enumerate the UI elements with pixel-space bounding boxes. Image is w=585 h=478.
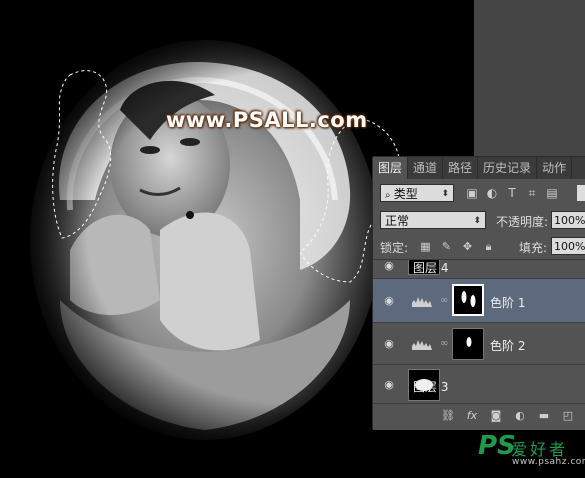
link-icon[interactable]: ⛓ (441, 409, 455, 423)
lock-row: 锁定: ▦ ✎ ✥ 🔒︎ 填充: 100% (373, 235, 585, 259)
footer-icons: ⛓ fx ◙ ◐ ▬ ◰ (441, 409, 575, 423)
opacity-label: 不透明度: (496, 215, 549, 229)
tab-history[interactable]: 历史记录 (478, 157, 538, 179)
fill-label: 填充: (519, 241, 548, 255)
link-chain-icon[interactable]: ∞ (440, 337, 448, 351)
lock-label: 锁定: (380, 241, 409, 255)
adjustment-filter-icon[interactable]: ◐ (485, 186, 499, 200)
layer-row[interactable]: ◉ ∞ 色阶 2 (373, 323, 585, 365)
logo-url-text: www.psahz.com (512, 457, 585, 467)
blend-row: 正常 ⬍ 不透明度: 100% (373, 209, 585, 235)
fill-input[interactable]: 100% (551, 237, 585, 255)
link-chain-icon[interactable]: ∞ (440, 294, 448, 308)
filter-kind-label: 类型 (393, 187, 418, 201)
layer-name: 图层 4 (413, 261, 449, 275)
smart-object-filter-icon[interactable]: ▤ (545, 186, 559, 200)
fx-icon[interactable]: fx (465, 409, 479, 423)
layer-row[interactable]: ◉ 图层 3 (373, 365, 585, 404)
lock-transparent-icon[interactable]: ▦ (419, 240, 432, 253)
blend-mode-label: 正常 (385, 214, 410, 228)
adjustment-icon[interactable]: ◐ (513, 409, 527, 423)
filter-toggle-switch[interactable] (577, 185, 585, 201)
filter-kind-select[interactable]: ⌕ 类型 ⬍ (380, 184, 454, 202)
layer-list: ◉ 图层 4 ◉ ∞ 色阶 1 ◉ ∞ 色阶 2 ◉ 图层 3 (373, 259, 585, 404)
levels-adjustment-icon (411, 337, 433, 351)
levels-adjustment-icon (411, 294, 433, 308)
blend-mode-select[interactable]: 正常 ⬍ (380, 211, 486, 229)
chevron-down-icon: ⬍ (441, 189, 449, 199)
image-filter-icon[interactable]: ▣ (465, 186, 479, 200)
layer-name: 色阶 1 (490, 296, 526, 310)
tab-actions[interactable]: 动作 (537, 157, 573, 179)
eye-icon[interactable]: ◉ (382, 295, 396, 307)
add-mask-icon[interactable]: ◙ (489, 409, 503, 423)
lock-brush-icon[interactable]: ✎ (440, 240, 453, 253)
layer-mask-thumbnail[interactable] (452, 328, 484, 360)
lock-all-icon[interactable]: 🔒︎ (482, 240, 495, 253)
panel-footer: ⛓ fx ◙ ◐ ▬ ◰ (373, 403, 585, 430)
shape-filter-icon[interactable]: ⌗ (525, 186, 539, 200)
lock-move-icon[interactable]: ✥ (461, 240, 474, 253)
layers-panel: 图层 通道 路径 历史记录 动作 ⌕ 类型 ⬍ ▣ ◐ T ⌗ ▤ 正常 ⬍ 不… (373, 157, 585, 430)
layer-row[interactable]: ◉ 图层 4 (373, 260, 585, 279)
search-icon: ⌕ (385, 190, 394, 201)
tab-layers[interactable]: 图层 (373, 157, 409, 179)
panel-tabs: 图层 通道 路径 历史记录 动作 (373, 157, 585, 179)
canvas-background-area (474, 0, 585, 157)
tab-channels[interactable]: 通道 (408, 157, 444, 179)
eye-icon[interactable]: ◉ (382, 260, 396, 272)
eye-icon[interactable]: ◉ (382, 379, 396, 391)
type-filter-icon[interactable]: T (505, 186, 519, 200)
layer-row-selected[interactable]: ◉ ∞ 色阶 1 (373, 279, 585, 323)
layer-name: 图层 3 (413, 380, 449, 394)
filter-icons: ▣ ◐ T ⌗ ▤ (465, 186, 559, 200)
folder-icon[interactable]: ▬ (537, 409, 551, 423)
layer-mask-thumbnail[interactable] (452, 284, 484, 316)
layer-name: 色阶 2 (490, 339, 526, 353)
opacity-input[interactable]: 100% (551, 211, 585, 229)
chevron-down-icon: ⬍ (473, 216, 481, 226)
tab-paths[interactable]: 路径 (443, 157, 479, 179)
eye-icon[interactable]: ◉ (382, 338, 396, 350)
filter-row: ⌕ 类型 ⬍ ▣ ◐ T ⌗ ▤ (373, 179, 585, 209)
site-logo: PS 爱好者 www.psahz.com (478, 431, 585, 471)
new-layer-icon[interactable]: ◰ (561, 409, 575, 423)
lock-icons: ▦ ✎ ✥ 🔒︎ (419, 240, 495, 253)
watermark-text: www.PSALL.com (166, 108, 368, 132)
